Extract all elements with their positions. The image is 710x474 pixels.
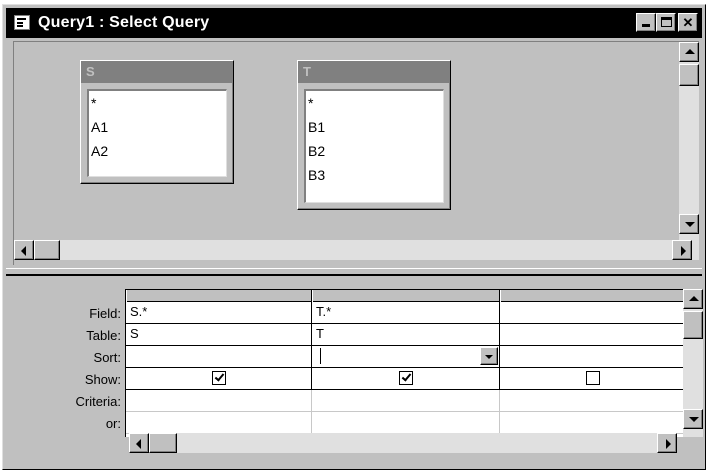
field-list-item[interactable]: B1 [308, 115, 443, 139]
table-pane-vscroll[interactable] [679, 42, 699, 242]
grid-row-labels: Field: Table: Sort: Show: Criteria: or: [23, 303, 123, 435]
row-label-show: Show: [84, 372, 121, 387]
table-pane-hscroll[interactable] [14, 240, 699, 260]
query-design-grid[interactable]: S.* S T.* T [125, 289, 683, 437]
row-label-or: or: [105, 416, 121, 431]
grid-cell-table[interactable] [500, 324, 683, 346]
query-window: Query1 : Select Query ✕ S * A1 A2 T * B1… [2, 4, 706, 470]
column-selector[interactable] [126, 290, 312, 302]
grid-cell-field[interactable]: T.* [312, 302, 500, 324]
grid-cell-criteria[interactable] [312, 390, 500, 412]
row-label-table: Table: [86, 328, 121, 343]
scroll-left-button[interactable] [14, 240, 34, 260]
title-bar[interactable]: Query1 : Select Query ✕ [6, 8, 702, 38]
vscroll-thumb[interactable] [683, 311, 703, 339]
arrow-up-icon [689, 296, 699, 301]
query-icon[interactable] [14, 15, 30, 30]
pane-splitter[interactable] [6, 268, 702, 276]
minimize-button[interactable] [636, 13, 656, 32]
scroll-left-button[interactable] [129, 433, 149, 453]
column-selector-row [126, 290, 683, 302]
scroll-up-button[interactable] [679, 42, 699, 62]
table-s-fields: * A1 A2 [87, 89, 227, 177]
chevron-down-icon [485, 355, 493, 359]
arrow-left-icon [21, 246, 26, 256]
grid-cell-or[interactable] [312, 412, 500, 434]
row-label-field: Field: [89, 306, 121, 321]
text-cursor [320, 348, 321, 364]
sort-dropdown[interactable] [312, 346, 500, 368]
show-checkbox[interactable] [211, 371, 226, 385]
table-s-title[interactable]: S [81, 61, 233, 83]
grid-cell-field[interactable] [500, 302, 683, 324]
grid-cell-table[interactable]: T [312, 324, 500, 346]
column-selector[interactable] [500, 290, 683, 302]
scroll-up-button[interactable] [683, 289, 703, 309]
grid-cell-show [500, 368, 683, 390]
field-list-item[interactable]: * [308, 91, 443, 115]
table-s-fieldlist[interactable]: S * A1 A2 [80, 60, 234, 184]
grid-cell-table[interactable]: S [126, 324, 312, 346]
grid-hscroll[interactable] [129, 433, 677, 453]
field-list-item[interactable]: A1 [91, 115, 226, 139]
hscroll-thumb[interactable] [34, 240, 60, 260]
scroll-down-button[interactable] [683, 409, 703, 429]
minimize-icon [642, 24, 650, 27]
row-label-criteria: Criteria: [75, 394, 121, 409]
scroll-right-button[interactable] [657, 433, 677, 453]
field-list-item[interactable]: B3 [308, 163, 443, 187]
column-selector[interactable] [312, 290, 500, 302]
show-checkbox[interactable] [398, 371, 413, 385]
window-title: Query1 : Select Query [38, 14, 210, 31]
arrow-up-icon [685, 49, 695, 54]
field-list-item[interactable]: B2 [308, 139, 443, 163]
row-label-sort: Sort: [93, 350, 121, 365]
grid-cell-show [312, 368, 500, 390]
hscroll-thumb[interactable] [149, 433, 177, 453]
arrow-down-icon [689, 417, 699, 422]
table-t-fieldlist[interactable]: T * B1 B2 B3 [297, 60, 451, 210]
field-list-item[interactable]: * [91, 91, 226, 115]
show-checkbox[interactable] [585, 371, 600, 385]
grid-cell-or[interactable] [500, 412, 683, 434]
grid-cell-sort[interactable] [500, 346, 683, 368]
table-t-title[interactable]: T [298, 61, 450, 83]
maximize-icon [661, 17, 672, 27]
sort-dropdown-button[interactable] [480, 347, 498, 365]
field-list-item[interactable]: A2 [91, 139, 226, 163]
vscroll-thumb[interactable] [679, 64, 699, 86]
close-icon: ✕ [682, 15, 694, 30]
close-button[interactable]: ✕ [678, 13, 698, 32]
grid-vscroll[interactable] [683, 289, 703, 437]
arrow-right-icon [666, 439, 671, 449]
scroll-right-button[interactable] [672, 240, 692, 260]
grid-cell-show [126, 368, 312, 390]
grid-cell-sort[interactable] [126, 346, 312, 368]
arrow-left-icon [136, 439, 141, 449]
scroll-down-button[interactable] [679, 214, 699, 234]
table-pane[interactable]: S * A1 A2 T * B1 B2 B3 [13, 41, 699, 265]
maximize-button[interactable] [656, 13, 676, 32]
grid-cell-field[interactable]: S.* [126, 302, 312, 324]
grid-cell-criteria[interactable] [126, 390, 312, 412]
grid-cell-or[interactable] [126, 412, 312, 434]
table-t-fields: * B1 B2 B3 [304, 89, 444, 203]
arrow-down-icon [685, 222, 695, 227]
arrow-right-icon [681, 246, 686, 256]
grid-cell-criteria[interactable] [500, 390, 683, 412]
